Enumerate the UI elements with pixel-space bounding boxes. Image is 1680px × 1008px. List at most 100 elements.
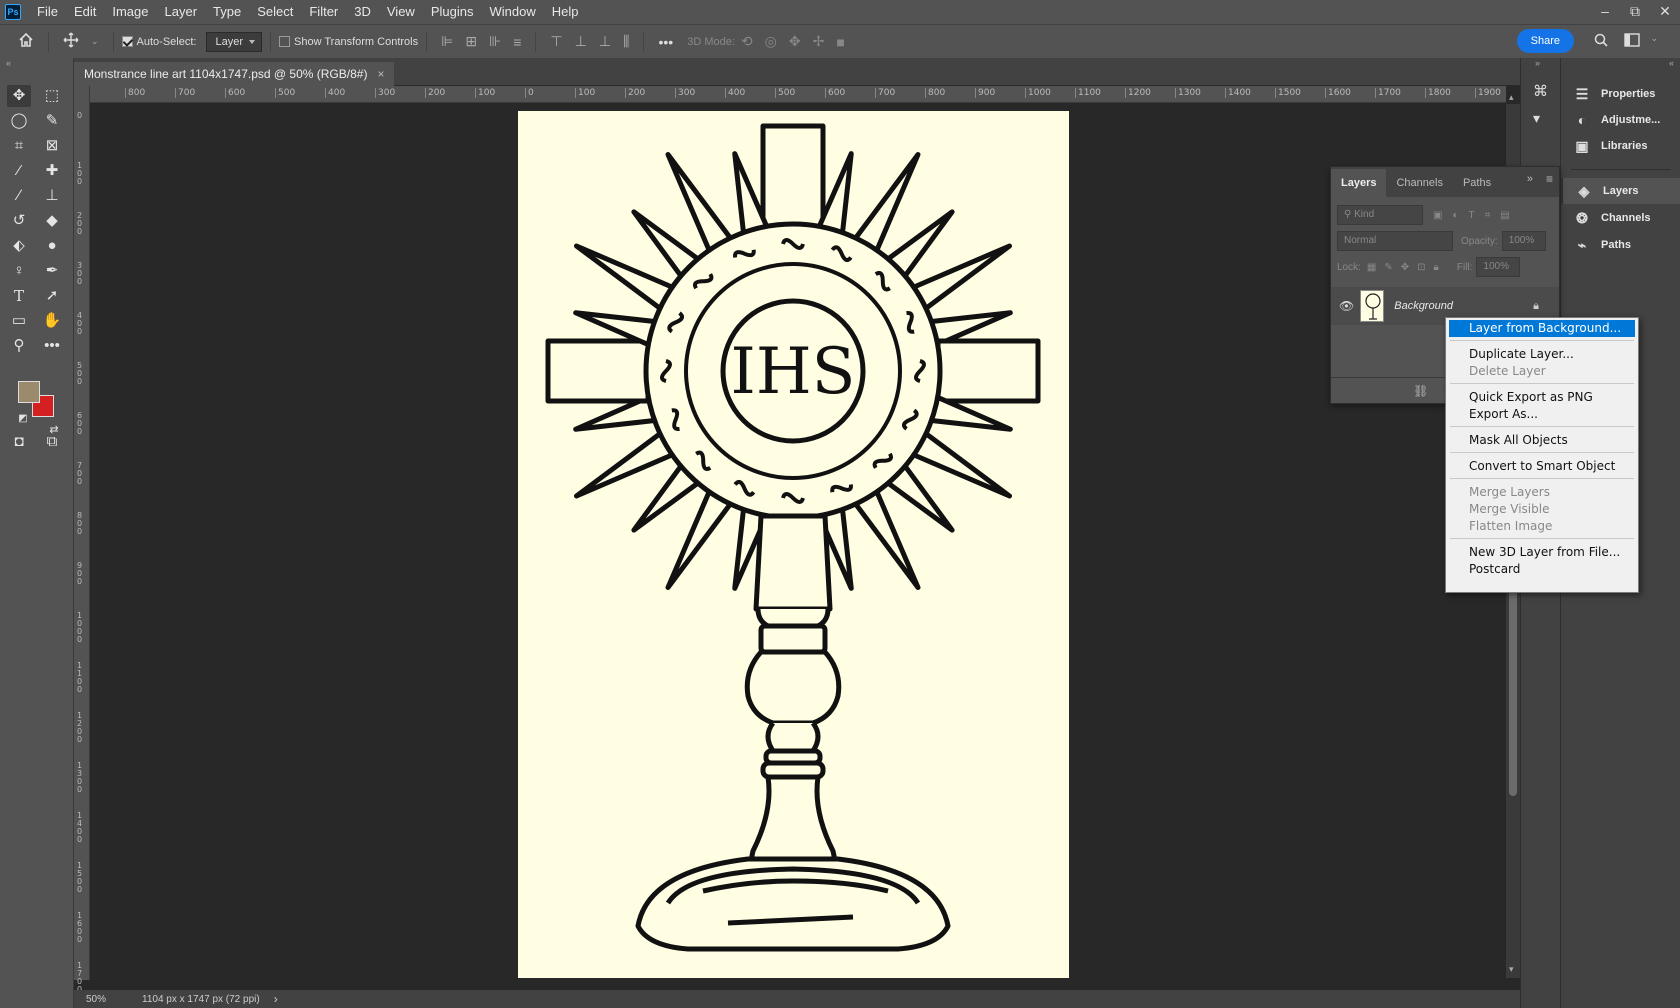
quick-selection-tool-icon[interactable]: ✎ — [40, 110, 64, 132]
filter-pixel-icon[interactable]: ▣ — [1433, 210, 1442, 221]
tab-paths[interactable]: Paths — [1453, 169, 1501, 197]
screen-mode-icon[interactable]: ⧉ — [40, 431, 64, 453]
filter-shape-icon[interactable]: ⌗ — [1485, 210, 1491, 221]
menu-help[interactable]: Help — [544, 0, 587, 24]
3d-slide-icon[interactable]: ✢ — [813, 33, 825, 50]
pen-tool-icon[interactable]: ✒ — [40, 260, 64, 282]
dock-item-properties[interactable]: ☰ Properties — [1561, 81, 1680, 107]
close-button[interactable]: ✕ — [1650, 0, 1680, 24]
search-icon[interactable] — [1594, 33, 1608, 50]
menu-image[interactable]: Image — [104, 0, 156, 24]
dock-item-channels[interactable]: ❂ Channels — [1561, 205, 1680, 231]
3d-roll-icon[interactable]: ◎ — [765, 33, 777, 50]
zoom-tool-icon[interactable]: ⚲ — [7, 335, 31, 357]
fill-field[interactable]: 100% — [1476, 257, 1521, 277]
history-icon[interactable]: ⌘ — [1533, 82, 1548, 100]
path-selection-tool-icon[interactable]: ➚ — [40, 285, 64, 307]
3d-camera-icon[interactable]: ■ — [836, 34, 844, 50]
share-button[interactable]: Share — [1516, 29, 1574, 53]
distribute-icon[interactable]: ≡ — [513, 34, 521, 50]
menu-plugins[interactable]: Plugins — [423, 0, 482, 24]
vertical-scroll-thumb[interactable] — [1509, 584, 1517, 796]
panel-menu-icon[interactable]: ≡ — [1546, 172, 1553, 186]
menu-item-export-as[interactable]: Export As... — [1449, 406, 1635, 423]
filter-adjustment-icon[interactable]: ◐ — [1452, 210, 1458, 221]
align-left-icon[interactable]: ⊫ — [441, 33, 453, 50]
tab-layers[interactable]: Layers — [1331, 169, 1387, 197]
move-tool-icon[interactable]: ✥ — [7, 85, 31, 107]
chevron-down-icon[interactable]: ⌄ — [91, 36, 99, 47]
lock-artboard-icon[interactable]: ⊡ — [1417, 262, 1425, 273]
menu-select[interactable]: Select — [249, 0, 301, 24]
menu-item-duplicate-layer[interactable]: Duplicate Layer... — [1449, 346, 1635, 363]
scroll-up-arrow-icon[interactable]: ▴ — [1509, 92, 1514, 103]
close-tab-icon[interactable]: × — [377, 62, 384, 86]
marquee-tool-icon[interactable]: ⬚ — [40, 85, 64, 107]
3d-pan-icon[interactable]: ✥ — [789, 33, 801, 50]
dock-item-layers[interactable]: ◈ Layers — [1561, 178, 1680, 204]
opacity-field[interactable]: 100% — [1501, 231, 1546, 251]
menu-item-new-3d-layer-from-file[interactable]: New 3D Layer from File... — [1449, 544, 1635, 561]
filter-smart-object-icon[interactable]: ▤ — [1500, 210, 1509, 221]
menu-file[interactable]: File — [29, 0, 66, 24]
menu-item-convert-to-smart-object[interactable]: Convert to Smart Object — [1449, 458, 1635, 475]
quick-mask-icon[interactable]: ◘ — [7, 431, 31, 453]
show-transform-checkbox[interactable]: Show Transform Controls — [279, 36, 418, 48]
menu-item-postcard[interactable]: Postcard — [1449, 561, 1635, 578]
scroll-down-arrow-icon[interactable]: ▾ — [1509, 964, 1514, 975]
paint-bucket-tool-icon[interactable]: ⬖ — [7, 235, 31, 257]
comments-icon[interactable]: ▾ — [1533, 110, 1540, 127]
move-tool-icon[interactable] — [63, 32, 79, 52]
align-middle-icon[interactable]: ⊥ — [575, 33, 587, 50]
collapse-panel-icon[interactable]: « — [6, 58, 11, 68]
lock-position-icon[interactable]: ✥ — [1401, 262, 1409, 273]
menu-layer[interactable]: Layer — [157, 0, 206, 24]
rectangle-tool-icon[interactable]: ▭ — [7, 310, 31, 332]
link-layers-icon[interactable]: ⛓︎ — [1413, 384, 1428, 398]
3d-orbit-icon[interactable]: ⟲ — [741, 33, 753, 50]
dodge-tool-icon[interactable]: ♀ — [7, 260, 31, 282]
lock-all-icon[interactable]: 🔒︎ — [1434, 262, 1439, 273]
align-top-icon[interactable]: ⊤ — [550, 33, 562, 50]
checkbox-unchecked-icon[interactable] — [279, 36, 290, 47]
frame-tool-icon[interactable]: ⊠ — [40, 135, 64, 157]
menu-item-quick-export-png[interactable]: Quick Export as PNG — [1449, 389, 1635, 406]
workspace-icon[interactable] — [1624, 33, 1640, 50]
auto-select-checkbox[interactable]: Auto-Select: — [121, 36, 196, 48]
crop-tool-icon[interactable]: ⌗ — [7, 135, 31, 157]
visibility-eye-icon[interactable]: 👁︎ — [1339, 299, 1354, 313]
history-brush-tool-icon[interactable]: ↺ — [7, 210, 31, 232]
default-colors-icon[interactable]: ◩ — [11, 408, 35, 430]
home-icon[interactable] — [18, 32, 34, 52]
document-tab[interactable]: Monstrance line art 1104x1747.psd @ 50% … — [74, 62, 395, 86]
tab-channels[interactable]: Channels — [1386, 169, 1452, 197]
dock-item-adjustments[interactable]: ◐ Adjustme... — [1561, 107, 1680, 133]
dock-item-libraries[interactable]: ▣ Libraries — [1561, 133, 1680, 159]
dock-item-paths[interactable]: ⌁ Paths — [1561, 232, 1680, 258]
lock-transparent-icon[interactable]: ▦ — [1367, 262, 1376, 273]
lock-image-icon[interactable]: ✎ — [1384, 262, 1392, 273]
align-right-icon[interactable]: ⊪ — [489, 33, 501, 50]
hand-tool-icon[interactable]: ✋ — [40, 310, 64, 332]
stamp-tool-icon[interactable]: ⊥ — [40, 185, 64, 207]
menu-window[interactable]: Window — [481, 0, 543, 24]
more-options-icon[interactable]: ••• — [658, 34, 673, 50]
menu-filter[interactable]: Filter — [301, 0, 346, 24]
eyedropper-tool-icon[interactable]: ⁄ — [7, 160, 31, 182]
blur-tool-icon[interactable]: ● — [40, 235, 64, 257]
lasso-tool-icon[interactable]: ◯ — [7, 110, 31, 132]
minimize-button[interactable]: – — [1590, 0, 1620, 24]
foreground-color-swatch[interactable] — [18, 381, 40, 403]
more-tools-icon[interactable]: ••• — [40, 335, 64, 357]
align-center-icon[interactable]: ⊞ — [465, 33, 477, 50]
menu-item-mask-all-objects[interactable]: Mask All Objects — [1449, 432, 1635, 449]
menu-view[interactable]: View — [379, 0, 423, 24]
auto-select-target-dropdown[interactable]: Layer — [206, 31, 262, 52]
menu-item-layer-from-background[interactable]: Layer from Background... — [1449, 320, 1635, 337]
status-menu-arrow-icon[interactable]: › — [274, 992, 278, 1006]
collapse-dock-icon[interactable]: « — [1669, 58, 1674, 68]
type-tool-icon[interactable]: T — [7, 285, 31, 307]
layer-name[interactable]: Background — [1394, 300, 1453, 312]
document-canvas[interactable]: IHS — [518, 111, 1069, 978]
menu-type[interactable]: Type — [205, 0, 249, 24]
